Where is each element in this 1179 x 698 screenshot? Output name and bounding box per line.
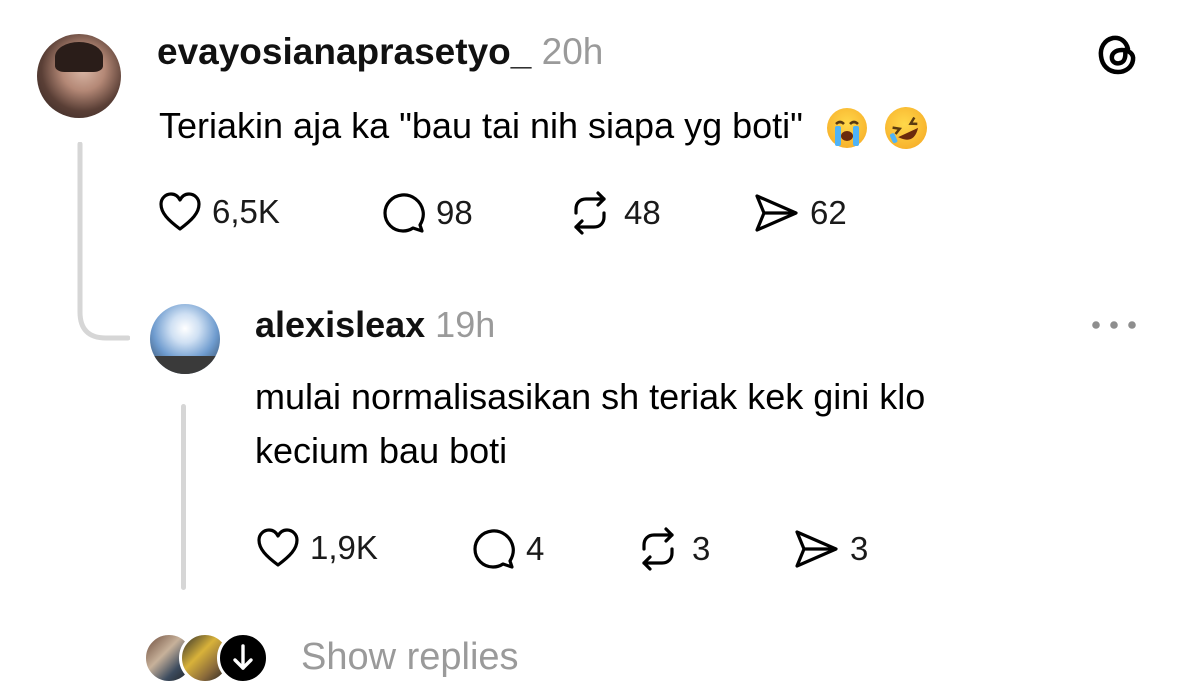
share-button[interactable]: 3 [792, 527, 868, 571]
post-username[interactable]: evayosianaprasetyo_ 20h [157, 30, 603, 74]
comment-icon [383, 193, 425, 233]
show-replies-label[interactable]: Show replies [301, 634, 519, 680]
reply-avatar[interactable] [150, 304, 220, 374]
heart-icon [257, 528, 299, 567]
reply-time: 19h [435, 304, 496, 345]
username-text[interactable]: evayosianaprasetyo_ [157, 31, 531, 72]
like-button[interactable]: 1,9K [256, 527, 378, 569]
repost-count: 48 [624, 194, 661, 231]
repost-button[interactable]: 48 [566, 191, 661, 235]
thread-line [77, 142, 130, 341]
reply-text: mulai normalisasikan sh teriak kek gini … [255, 376, 926, 471]
send-icon [755, 194, 798, 232]
comment-button[interactable]: 4 [472, 527, 544, 571]
repost-icon [642, 527, 674, 571]
avatar[interactable] [37, 34, 121, 118]
like-count: 1,9K [310, 529, 378, 566]
heart-icon [159, 192, 201, 231]
send-icon [795, 530, 838, 568]
like-count: 6,5K [212, 193, 280, 230]
like-button[interactable]: 6,5K [158, 191, 280, 233]
repost-button[interactable]: 3 [634, 527, 710, 571]
share-count: 3 [850, 530, 869, 567]
comment-button[interactable]: 98 [382, 191, 473, 235]
repost-count: 3 [692, 530, 711, 567]
repost-icon [574, 191, 606, 235]
share-count: 62 [810, 194, 847, 231]
comment-count: 98 [436, 194, 473, 231]
share-button[interactable]: 62 [752, 191, 847, 235]
comment-count: 4 [526, 530, 545, 567]
rolling-on-floor-laughing-icon [878, 100, 934, 157]
more-options-icon[interactable] [1090, 318, 1140, 336]
arrow-down-icon [217, 632, 269, 684]
username-text[interactable]: alexisleax [255, 304, 425, 345]
post-time: 20h [541, 31, 604, 72]
loudly-crying-face-icon [826, 108, 867, 149]
post-text: Teriakin aja ka "bau tai nih siapa yg bo… [159, 100, 934, 157]
reply-username[interactable]: alexisleax 19h [255, 304, 495, 346]
comment-icon [473, 529, 515, 569]
reply-thread-line [181, 404, 186, 590]
show-replies-button[interactable]: Show replies [143, 630, 583, 684]
threads-logo-icon[interactable] [1095, 32, 1141, 83]
